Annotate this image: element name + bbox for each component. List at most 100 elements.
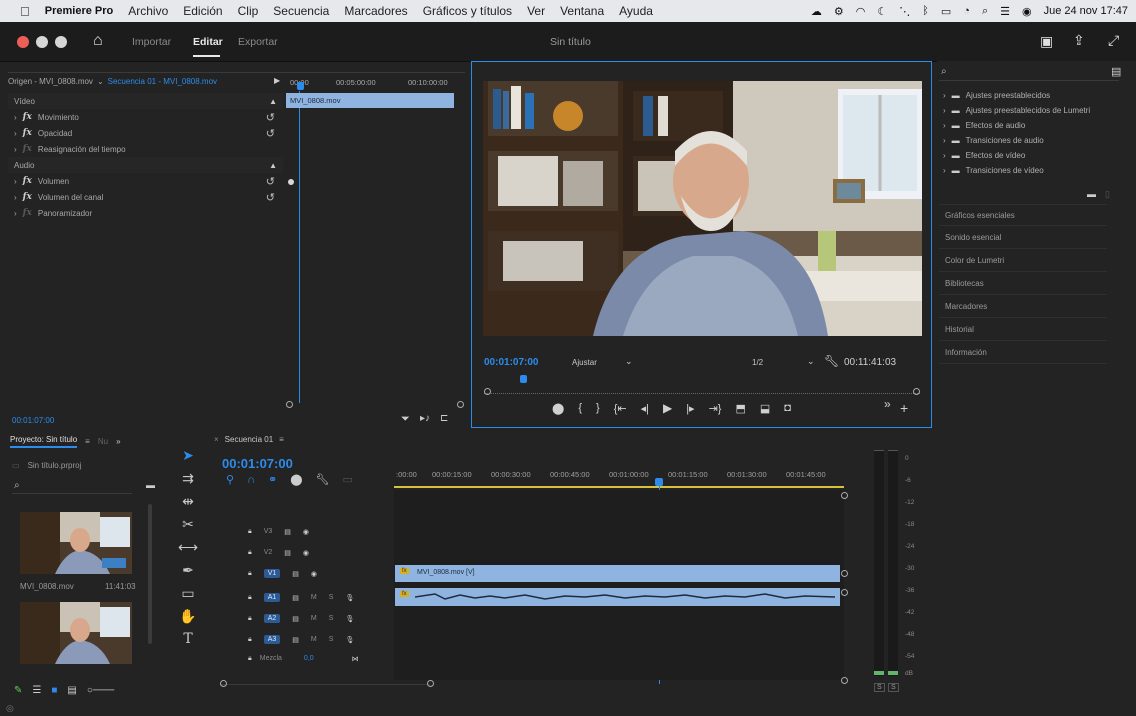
panel-color-lumetri[interactable]: Color de Lumetri [939,250,1107,272]
sync-lock-icon[interactable]: ▤ [284,528,291,536]
timeline-ruler[interactable]: :00:00 00:00:15:00 00:00:30:00 00:00:45:… [394,462,844,488]
clip-bar[interactable]: MVI_0808.mov [286,93,454,108]
list-view-icon[interactable]: ☰ [32,685,41,696]
project-tab-menu-icon[interactable]: ≡ [85,437,90,446]
lock-icon[interactable]: 🔒︎ [248,615,252,623]
sync-lock-icon[interactable]: ▤ [292,570,299,578]
program-scrub-bar[interactable] [484,384,920,394]
menu-edicion[interactable]: Edición [183,4,222,18]
app-status-icon[interactable]: ⚙ [834,5,844,18]
pen-tool-icon[interactable]: ✒ [178,560,198,580]
slip-tool-icon[interactable]: ⟷ [178,537,198,557]
spotlight-icon[interactable]: ⌕ [982,5,988,18]
track-select-tool-icon[interactable]: ⇉ [178,468,198,488]
play-only-audio-icon[interactable]: ▸♪ [420,413,430,424]
lock-icon[interactable]: 🔒︎ [248,528,252,536]
sequence-dropdown-icon[interactable]: ⌄ [97,77,104,86]
video-clip[interactable]: fx MVI_0808.mov [V] [395,565,840,582]
captions-icon[interactable]: ▭ [342,473,352,486]
panel-graficos-esenciales[interactable]: Gráficos esenciales [939,204,1107,226]
effects-item-audio-transitions[interactable]: › ▬ Transiciones de audio [943,133,1044,148]
type-tool-icon[interactable]: T [178,629,198,649]
microphone-icon[interactable]: 🎙︎ [345,615,354,623]
expand-chevron-icon[interactable]: › [14,145,17,154]
effect-row-reasignacion[interactable]: › fx Reasignación del tiempo [8,141,283,157]
project-search-input[interactable]: ⌕ [12,480,132,494]
panel-bibliotecas[interactable]: Bibliotecas [939,273,1107,295]
sequence-tab[interactable]: Secuencia 01 - MVI_0808.mov [108,77,217,86]
effect-controls-timecode[interactable]: 00:01:07:00 [12,416,54,425]
menu-ventana[interactable]: Ventana [560,4,604,18]
stage-icon[interactable]: ⋱ [899,5,910,18]
reset-icon[interactable]: ↺ [266,191,275,204]
reset-icon[interactable]: ↺ [266,175,275,188]
track-label[interactable]: V3 [264,528,273,535]
timeline-timecode[interactable]: 00:01:07:00 [222,456,293,471]
panel-informacion[interactable]: Información [939,342,1107,364]
pencil-icon[interactable]: ✎ [14,685,22,696]
zoom-window-button[interactable] [55,36,67,48]
expand-chevron-icon[interactable]: › [14,113,17,122]
effects-search-field[interactable]: ⌕ [939,66,1119,81]
add-marker-icon[interactable]: ⬤ [552,402,564,415]
panel-marcadores[interactable]: Marcadores [939,296,1107,318]
menu-archivo[interactable]: Archivo [128,4,168,18]
nest-icon[interactable]: ⚲ [226,473,234,486]
panel-sonido-esencial[interactable]: Sonido esencial [939,227,1107,249]
resolution-dropdown[interactable]: 1/2 [752,358,763,367]
sequence-tab-menu-icon[interactable]: ≡ [279,435,284,444]
moon-icon[interactable]: ☾ [877,5,887,18]
export-frame-icon[interactable]: ◘ [784,402,791,414]
extract-icon[interactable]: ⬓ [760,402,770,415]
track-label[interactable]: A1 [263,593,281,602]
share-icon[interactable]: ⇪ [1073,32,1085,49]
lock-icon[interactable]: 🔒︎ [248,594,252,602]
lift-icon[interactable]: ⬒ [735,402,745,415]
play-sequence-icon[interactable]: ▶ [274,76,280,85]
siri-icon[interactable]: ◉ [1022,5,1032,18]
other-tab[interactable]: Nu [98,437,108,446]
bluetooth-icon[interactable]: ᛒ [922,5,929,17]
mute-button[interactable]: M [311,594,317,601]
effects-item-lumetri-presets[interactable]: › ▬ Ajustes preestablecidos de Lumetri [943,103,1090,118]
timeline-zoom-bar[interactable] [220,684,430,690]
freeform-view-icon[interactable]: ▤ [67,685,76,696]
program-scroll-circle[interactable] [484,388,491,395]
expand-chevron-icon[interactable]: › [14,209,17,218]
track-label[interactable]: A3 [263,635,281,644]
effect-controls-scroll-circle[interactable] [457,401,464,408]
add-marker-icon[interactable]: ⬤ [290,473,302,486]
step-forward-icon[interactable]: |▸ [686,402,694,415]
expand-chevron-icon[interactable]: › [943,106,946,115]
collapse-up-icon[interactable]: ▲ [269,161,277,170]
new-bin-icon[interactable]: ▤ [1111,65,1121,78]
tab-importar[interactable]: Importar [132,36,171,48]
close-window-button[interactable] [17,36,29,48]
effect-controls-scroll-circle[interactable] [286,401,293,408]
step-back-icon[interactable]: ◂| [641,402,649,415]
rectangle-tool-icon[interactable]: ▭ [178,583,198,603]
go-to-end-icon[interactable]: ⋈ [352,655,359,663]
go-to-in-icon[interactable]: {⇤ [614,402,627,415]
effect-row-movimiento[interactable]: › fx Movimiento ↺ [8,109,283,125]
expand-chevron-icon[interactable]: › [943,166,946,175]
reset-icon[interactable]: ↺ [266,111,275,124]
effects-item-audio-effects[interactable]: › ▬ Efectos de audio [943,118,1025,133]
sync-lock-icon[interactable]: ▤ [292,615,299,623]
solo-button[interactable]: S [874,683,885,692]
effect-row-volumen-canal[interactable]: › fx Volumen del canal ↺ [8,189,283,205]
program-scroll-circle[interactable] [913,388,920,395]
creative-cloud-icon[interactable]: ☁ [811,5,822,18]
menu-ver[interactable]: Ver [527,4,545,18]
lock-icon[interactable]: 🔒︎ [248,655,252,663]
solo-button[interactable]: S [329,615,334,622]
menu-app-name[interactable]: Premiere Pro [45,5,113,17]
ripple-edit-tool-icon[interactable]: ⇹ [178,491,198,511]
expand-chevron-icon[interactable]: › [943,91,946,100]
lock-icon[interactable]: 🔒︎ [248,570,252,578]
fit-dropdown-chevron-icon[interactable]: ⌄ [625,356,633,367]
menu-clock[interactable]: Jue 24 nov 17:47 [1044,5,1128,17]
timeline-playhead-handle[interactable] [655,478,663,486]
go-to-out-icon[interactable]: ⇥} [709,402,722,415]
wifi-icon[interactable]: ◔ [963,5,970,17]
